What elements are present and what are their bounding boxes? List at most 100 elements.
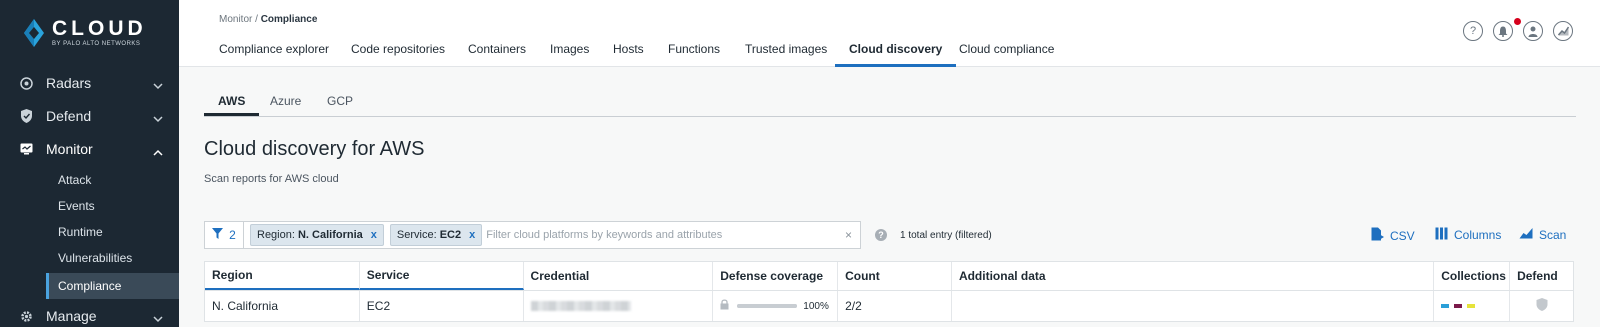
collection-swatch [1467, 304, 1476, 308]
column-header-defend[interactable]: Defend [1510, 262, 1573, 290]
breadcrumb-separator: / [255, 14, 258, 25]
sidebar-subitem-compliance[interactable]: Compliance [46, 273, 179, 299]
page-subtitle: Scan reports for AWS cloud [204, 173, 339, 185]
breadcrumb-current: Compliance [260, 14, 318, 25]
chevron-down-icon [153, 310, 163, 326]
prisma-logo-icon [24, 18, 44, 47]
export-file-icon [1371, 227, 1390, 244]
collection-swatch [1454, 304, 1463, 308]
cell-region: N. California [205, 291, 360, 321]
monitor-icon [20, 143, 33, 156]
tab-hosts[interactable]: Hosts [613, 42, 644, 67]
help-icon[interactable]: ? [1463, 21, 1483, 41]
filter-chip-service[interactable]: Service: EC2 x [389, 224, 483, 246]
cell-count: 2/2 [838, 291, 952, 321]
sidebar-item-defend[interactable]: Defend [0, 100, 179, 132]
chip-key: Service: [396, 229, 437, 241]
csv-label: CSV [1390, 228, 1415, 243]
provider-tab-aws[interactable]: AWS [204, 94, 260, 116]
sidebar: CLOUD BY PALO ALTO NETWORKS Radars Defen… [0, 0, 179, 327]
scan-button[interactable]: Scan [1519, 227, 1566, 242]
provider-tab-gcp[interactable]: GCP [327, 94, 353, 116]
column-header-defense-coverage[interactable]: Defense coverage [713, 262, 839, 290]
chip-value: EC2 [439, 229, 462, 241]
tab-functions[interactable]: Functions [668, 42, 720, 67]
chart-icon[interactable] [1553, 21, 1573, 41]
tab-trusted-images[interactable]: Trusted images [745, 42, 827, 67]
top-header: Monitor / Compliance Compliance explorer… [179, 0, 1600, 67]
radar-icon [20, 76, 33, 90]
brand-name: CLOUD [52, 17, 147, 40]
column-header-collections[interactable]: Collections [1434, 262, 1511, 290]
cell-defend [1510, 291, 1573, 321]
cell-service: EC2 [360, 291, 524, 321]
discovery-table: Region Service Credential Defense covera… [204, 261, 1574, 322]
brand-logo[interactable]: CLOUD BY PALO ALTO NETWORKS [24, 18, 147, 47]
tab-compliance-explorer[interactable]: Compliance explorer [219, 42, 329, 67]
sidebar-item-manage[interactable]: Manage [0, 300, 179, 327]
sidebar-subitem-vulnerabilities[interactable]: Vulnerabilities [46, 245, 179, 271]
cell-defense-coverage: 100% [713, 291, 839, 321]
chevron-down-icon [153, 110, 163, 126]
columns-button[interactable]: Columns [1435, 227, 1501, 243]
breadcrumb-parent[interactable]: Monitor [219, 14, 252, 25]
help-icon[interactable]: ? [875, 229, 887, 241]
chevron-up-icon [153, 143, 163, 159]
column-header-credential[interactable]: Credential [524, 262, 714, 290]
filter-toggle-button[interactable]: 2 [205, 222, 244, 248]
remove-chip-icon[interactable]: x [371, 229, 377, 241]
user-icon[interactable] [1523, 21, 1543, 41]
columns-icon [1435, 227, 1454, 243]
columns-label: Columns [1454, 228, 1502, 242]
sidebar-item-radars[interactable]: Radars [0, 67, 179, 99]
sidebar-item-label: Monitor [46, 141, 93, 157]
chip-value: N. California [297, 229, 363, 241]
defend-shield-icon[interactable] [1536, 298, 1548, 314]
sidebar-subitem-runtime[interactable]: Runtime [46, 219, 179, 245]
column-header-additional-data[interactable]: Additional data [952, 262, 1435, 290]
scan-chart-icon [1519, 227, 1539, 242]
filter-chip-region[interactable]: Region: N. California x [250, 224, 384, 246]
page-title: Cloud discovery for AWS [204, 138, 425, 160]
lock-icon [720, 299, 729, 313]
chevron-down-icon [153, 77, 163, 93]
coverage-value: 100% [803, 300, 829, 312]
sidebar-item-label: Radars [46, 75, 92, 91]
column-header-count[interactable]: Count [838, 262, 952, 290]
bell-icon[interactable] [1493, 21, 1513, 41]
scan-label: Scan [1539, 227, 1567, 242]
gear-icon [20, 310, 33, 323]
notification-badge [1514, 18, 1521, 25]
tab-images[interactable]: Images [550, 42, 589, 67]
filter-count: 2 [229, 228, 236, 242]
brand-tagline: BY PALO ALTO NETWORKS [52, 41, 141, 47]
tab-containers[interactable]: Containers [468, 42, 526, 67]
shield-icon [20, 109, 33, 123]
breadcrumb: Monitor / Compliance [219, 14, 317, 25]
csv-button[interactable]: CSV [1371, 227, 1415, 244]
tab-code-repositories[interactable]: Code repositories [351, 42, 445, 67]
sidebar-item-monitor[interactable]: Monitor [0, 133, 179, 165]
remove-chip-icon[interactable]: x [469, 229, 475, 241]
column-header-region[interactable]: Region [205, 262, 360, 290]
chip-key: Region: [257, 229, 295, 241]
tab-divider [204, 116, 1576, 117]
sidebar-subitem-attack[interactable]: Attack [46, 167, 179, 193]
provider-tab-azure[interactable]: Azure [270, 94, 301, 116]
collection-swatch [1441, 304, 1450, 308]
cell-collections [1434, 291, 1511, 321]
clear-filter-icon[interactable]: × [845, 228, 852, 242]
filter-search-input[interactable] [486, 229, 837, 241]
tab-cloud-discovery[interactable]: Cloud discovery [835, 42, 957, 67]
table-row[interactable]: N. California EC2 100% 2/2 [205, 291, 1573, 321]
column-header-service[interactable]: Service [359, 262, 524, 290]
cell-credential [524, 291, 714, 321]
entry-count: 1 total entry (filtered) [900, 230, 992, 241]
cell-additional-data [952, 291, 1435, 321]
filter-icon [212, 228, 224, 242]
coverage-bar [737, 304, 798, 308]
table-header: Region Service Credential Defense covera… [205, 262, 1573, 291]
tab-cloud-compliance[interactable]: Cloud compliance [959, 42, 1054, 67]
sidebar-subitem-events[interactable]: Events [46, 193, 179, 219]
sidebar-item-label: Defend [46, 108, 92, 124]
